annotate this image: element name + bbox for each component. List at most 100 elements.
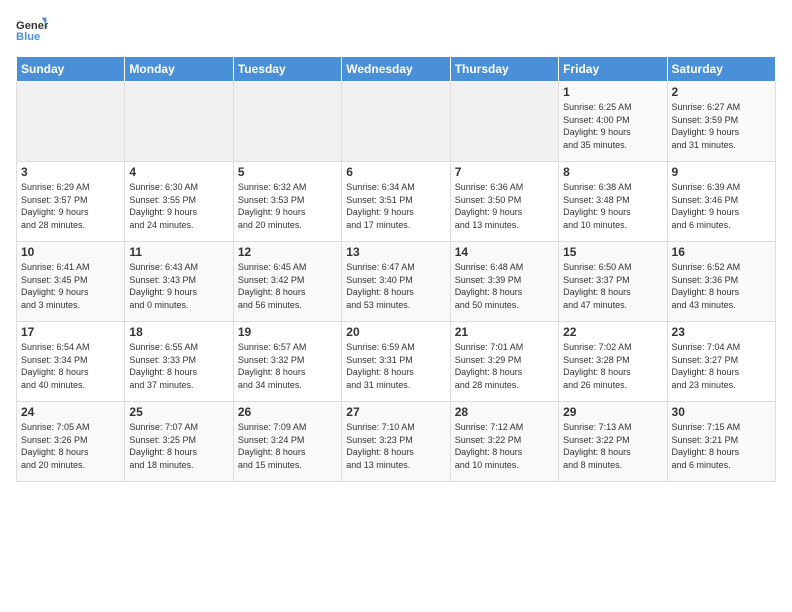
day-number: 10 (21, 245, 120, 259)
day-number: 14 (455, 245, 554, 259)
week-row-5: 24 Sunrise: 7:05 AM Sunset: 3:26 PM Dayli… (17, 402, 776, 482)
day-info: Sunrise: 7:04 AM Sunset: 3:27 PM Dayligh… (672, 341, 771, 391)
day-number: 18 (129, 325, 228, 339)
logo-icon: General Blue (16, 16, 48, 44)
day-number: 15 (563, 245, 662, 259)
page-header: General Blue (16, 16, 776, 44)
day-number: 23 (672, 325, 771, 339)
day-number: 1 (563, 85, 662, 99)
day-info: Sunrise: 7:09 AM Sunset: 3:24 PM Dayligh… (238, 421, 337, 471)
day-number: 19 (238, 325, 337, 339)
day-info: Sunrise: 6:38 AM Sunset: 3:48 PM Dayligh… (563, 181, 662, 231)
day-info: Sunrise: 6:57 AM Sunset: 3:32 PM Dayligh… (238, 341, 337, 391)
day-number: 12 (238, 245, 337, 259)
day-info: Sunrise: 6:29 AM Sunset: 3:57 PM Dayligh… (21, 181, 120, 231)
day-info: Sunrise: 6:52 AM Sunset: 3:36 PM Dayligh… (672, 261, 771, 311)
day-cell: 30Sunrise: 7:15 AM Sunset: 3:21 PM Dayli… (667, 402, 775, 482)
day-info: Sunrise: 6:32 AM Sunset: 3:53 PM Dayligh… (238, 181, 337, 231)
day-number: 25 (129, 405, 228, 419)
day-info: Sunrise: 6:41 AM Sunset: 3:45 PM Dayligh… (21, 261, 120, 311)
day-cell (342, 82, 450, 162)
day-number: 8 (563, 165, 662, 179)
day-number: 20 (346, 325, 445, 339)
day-cell: 1 Sunrise: 6:25 AM Sunset: 4:00 PM Daylig… (559, 82, 667, 162)
svg-text:Blue: Blue (16, 31, 40, 43)
header-cell-tuesday: Tuesday (233, 57, 341, 82)
day-info: Sunrise: 7:10 AM Sunset: 3:23 PM Dayligh… (346, 421, 445, 471)
day-cell: 5 Sunrise: 6:32 AM Sunset: 3:53 PM Daylig… (233, 162, 341, 242)
day-number: 4 (129, 165, 228, 179)
day-number: 22 (563, 325, 662, 339)
day-info: Sunrise: 6:50 AM Sunset: 3:37 PM Dayligh… (563, 261, 662, 311)
day-number: 30 (672, 405, 771, 419)
day-cell (233, 82, 341, 162)
day-cell: 29 Sunrise: 7:13 AM Sunset: 3:22 PM Dayli… (559, 402, 667, 482)
day-number: 13 (346, 245, 445, 259)
day-info: Sunrise: 6:30 AM Sunset: 3:55 PM Dayligh… (129, 181, 228, 231)
day-info: Sunrise: 6:47 AM Sunset: 3:40 PM Dayligh… (346, 261, 445, 311)
svg-text:General: General (16, 20, 48, 32)
day-number: 27 (346, 405, 445, 419)
day-number: 9 (672, 165, 771, 179)
day-cell: 25 Sunrise: 7:07 AM Sunset: 3:25 PM Dayli… (125, 402, 233, 482)
header-cell-saturday: Saturday (667, 57, 775, 82)
day-info: Sunrise: 6:45 AM Sunset: 3:42 PM Dayligh… (238, 261, 337, 311)
day-cell: 27 Sunrise: 7:10 AM Sunset: 3:23 PM Dayli… (342, 402, 450, 482)
day-info: Sunrise: 7:13 AM Sunset: 3:22 PM Dayligh… (563, 421, 662, 471)
header-cell-monday: Monday (125, 57, 233, 82)
day-cell: 21Sunrise: 7:01 AM Sunset: 3:29 PM Dayli… (450, 322, 558, 402)
day-cell (450, 82, 558, 162)
day-info: Sunrise: 6:48 AM Sunset: 3:39 PM Dayligh… (455, 261, 554, 311)
day-cell: 19 Sunrise: 6:57 AM Sunset: 3:32 PM Dayli… (233, 322, 341, 402)
day-info: Sunrise: 6:39 AM Sunset: 3:46 PM Dayligh… (672, 181, 771, 231)
day-info: Sunrise: 6:54 AM Sunset: 3:34 PM Dayligh… (21, 341, 120, 391)
day-cell: 7Sunrise: 6:36 AM Sunset: 3:50 PM Daylig… (450, 162, 558, 242)
week-row-2: 3 Sunrise: 6:29 AM Sunset: 3:57 PM Daylig… (17, 162, 776, 242)
day-info: Sunrise: 7:07 AM Sunset: 3:25 PM Dayligh… (129, 421, 228, 471)
week-row-1: 1 Sunrise: 6:25 AM Sunset: 4:00 PM Daylig… (17, 82, 776, 162)
day-info: Sunrise: 6:43 AM Sunset: 3:43 PM Dayligh… (129, 261, 228, 311)
day-number: 21 (455, 325, 554, 339)
day-info: Sunrise: 6:25 AM Sunset: 4:00 PM Dayligh… (563, 101, 662, 151)
day-info: Sunrise: 6:55 AM Sunset: 3:33 PM Dayligh… (129, 341, 228, 391)
day-info: Sunrise: 6:34 AM Sunset: 3:51 PM Dayligh… (346, 181, 445, 231)
day-cell: 15 Sunrise: 6:50 AM Sunset: 3:37 PM Dayli… (559, 242, 667, 322)
day-info: Sunrise: 7:02 AM Sunset: 3:28 PM Dayligh… (563, 341, 662, 391)
day-number: 24 (21, 405, 120, 419)
day-cell (17, 82, 125, 162)
logo: General Blue (16, 16, 52, 44)
day-cell: 4 Sunrise: 6:30 AM Sunset: 3:55 PM Daylig… (125, 162, 233, 242)
day-number: 28 (455, 405, 554, 419)
day-number: 3 (21, 165, 120, 179)
day-cell: 14 Sunrise: 6:48 AM Sunset: 3:39 PM Dayli… (450, 242, 558, 322)
day-cell: 2 Sunrise: 6:27 AM Sunset: 3:59 PM Daylig… (667, 82, 775, 162)
day-info: Sunrise: 7:05 AM Sunset: 3:26 PM Dayligh… (21, 421, 120, 471)
day-cell: 12 Sunrise: 6:45 AM Sunset: 3:42 PM Dayli… (233, 242, 341, 322)
header-cell-thursday: Thursday (450, 57, 558, 82)
day-cell: 20 Sunrise: 6:59 AM Sunset: 3:31 PM Dayli… (342, 322, 450, 402)
week-row-3: 10 Sunrise: 6:41 AM Sunset: 3:45 PM Dayli… (17, 242, 776, 322)
day-cell: 9 Sunrise: 6:39 AM Sunset: 3:46 PM Daylig… (667, 162, 775, 242)
day-info: Sunrise: 6:59 AM Sunset: 3:31 PM Dayligh… (346, 341, 445, 391)
day-number: 26 (238, 405, 337, 419)
day-cell: 24 Sunrise: 7:05 AM Sunset: 3:26 PM Dayli… (17, 402, 125, 482)
day-cell: 11Sunrise: 6:43 AM Sunset: 3:43 PM Dayli… (125, 242, 233, 322)
day-number: 7 (455, 165, 554, 179)
header-cell-friday: Friday (559, 57, 667, 82)
day-cell: 3 Sunrise: 6:29 AM Sunset: 3:57 PM Daylig… (17, 162, 125, 242)
day-info: Sunrise: 6:27 AM Sunset: 3:59 PM Dayligh… (672, 101, 771, 151)
day-number: 5 (238, 165, 337, 179)
day-number: 2 (672, 85, 771, 99)
day-number: 29 (563, 405, 662, 419)
day-cell: 23 Sunrise: 7:04 AM Sunset: 3:27 PM Dayli… (667, 322, 775, 402)
header-row: SundayMondayTuesdayWednesdayThursdayFrid… (17, 57, 776, 82)
day-cell: 28 Sunrise: 7:12 AM Sunset: 3:22 PM Dayli… (450, 402, 558, 482)
day-number: 16 (672, 245, 771, 259)
day-info: Sunrise: 7:12 AM Sunset: 3:22 PM Dayligh… (455, 421, 554, 471)
day-cell: 22 Sunrise: 7:02 AM Sunset: 3:28 PM Dayli… (559, 322, 667, 402)
day-number: 6 (346, 165, 445, 179)
day-cell: 10 Sunrise: 6:41 AM Sunset: 3:45 PM Dayli… (17, 242, 125, 322)
day-cell (125, 82, 233, 162)
day-cell: 13 Sunrise: 6:47 AM Sunset: 3:40 PM Dayli… (342, 242, 450, 322)
day-cell: 8 Sunrise: 6:38 AM Sunset: 3:48 PM Daylig… (559, 162, 667, 242)
